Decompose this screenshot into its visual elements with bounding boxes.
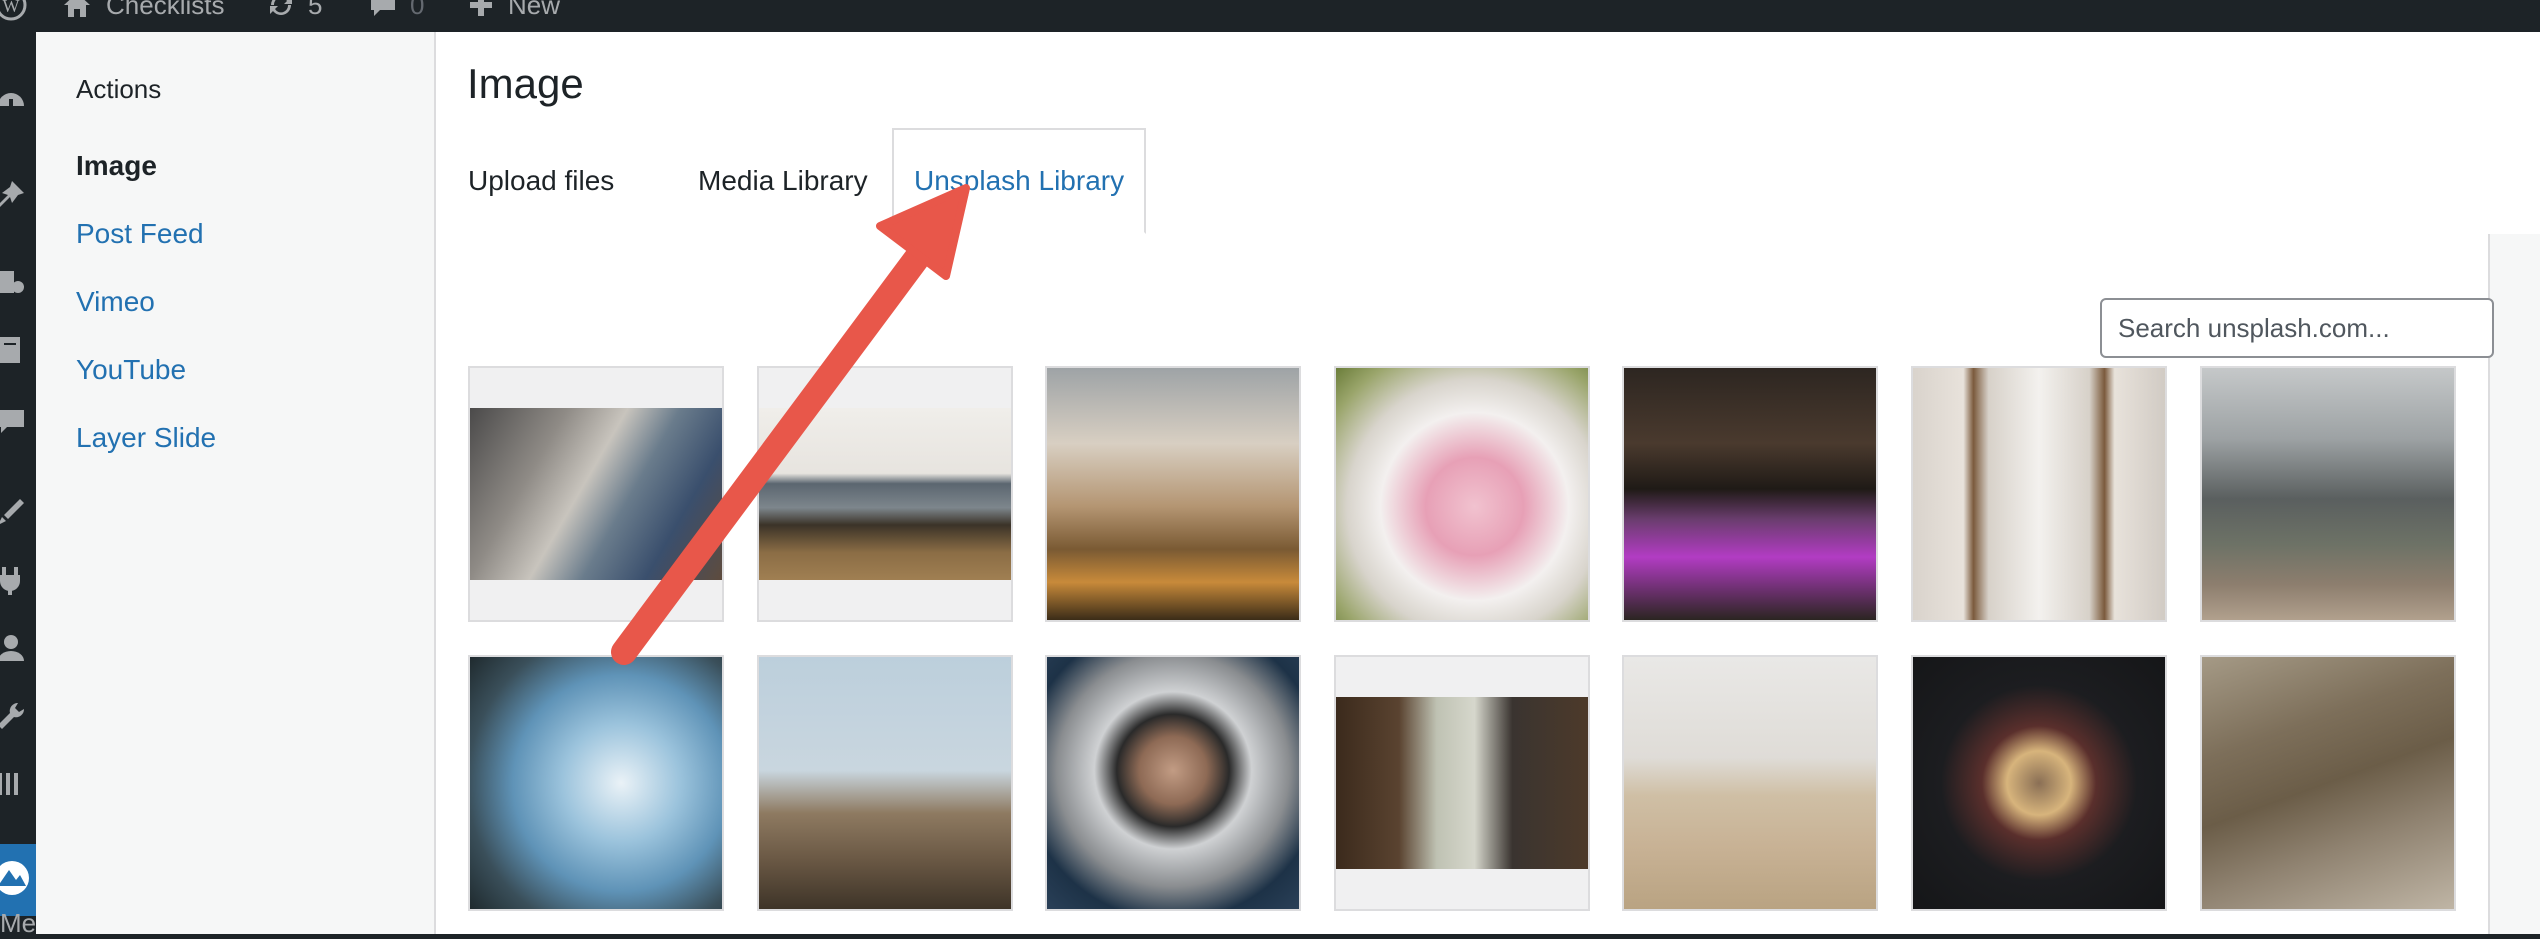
attachment-thumbnail[interactable] xyxy=(1622,366,1878,622)
attachment-thumbnail[interactable] xyxy=(1045,655,1301,911)
comments-menu-icon[interactable] xyxy=(0,402,36,442)
unsplash-search-input[interactable] xyxy=(2100,298,2494,358)
media-sidebar-gutter xyxy=(2488,234,2540,934)
pages-icon[interactable] xyxy=(0,330,36,370)
attachment-thumbnail[interactable] xyxy=(1911,655,2167,911)
attachment-thumbnail[interactable] xyxy=(1334,366,1590,622)
tools-icon[interactable] xyxy=(0,696,36,736)
photo-thumbnail xyxy=(2202,368,2454,620)
admin-bar: W Checklists 5 0 New xyxy=(0,0,2540,32)
photo-thumbnail xyxy=(470,657,722,909)
pin-icon[interactable] xyxy=(0,174,36,214)
attachment-thumbnail[interactable] xyxy=(2200,366,2456,622)
photo-thumbnail xyxy=(1624,657,1876,909)
photo-thumbnail xyxy=(1913,657,2165,909)
plugins-icon[interactable] xyxy=(0,560,36,600)
attachment-thumbnail[interactable] xyxy=(468,366,724,622)
attachment-thumbnail[interactable] xyxy=(1911,366,2167,622)
tab-media-library[interactable]: Media Library xyxy=(698,130,868,232)
media-menu-item-youtube[interactable]: YouTube xyxy=(76,354,186,386)
attachment-thumbnail[interactable] xyxy=(1622,655,1878,911)
media-menu-item-image[interactable]: Image xyxy=(76,150,157,182)
svg-text:W: W xyxy=(3,0,20,16)
comment-icon xyxy=(368,0,398,19)
photo-thumbnail xyxy=(759,657,1011,909)
media-modal: Actions Image Post Feed Vimeo YouTube La… xyxy=(36,32,2540,934)
attachment-thumbnail[interactable] xyxy=(468,655,724,911)
appearance-icon[interactable] xyxy=(0,492,36,532)
active-plugin-menu-item[interactable] xyxy=(0,844,36,916)
users-icon[interactable] xyxy=(0,628,36,668)
photo-thumbnail xyxy=(1913,368,2165,620)
updates-link[interactable]: 5 xyxy=(266,0,322,20)
site-name-label: Checklists xyxy=(106,0,225,20)
media-icon[interactable] xyxy=(0,262,36,302)
photo-thumbnail xyxy=(1336,697,1588,869)
site-name-link[interactable]: Checklists xyxy=(62,0,224,20)
media-menu-item-layer-slide[interactable]: Layer Slide xyxy=(76,422,216,454)
admin-menu-footer-text: Me xyxy=(0,908,37,938)
photo-thumbnail xyxy=(759,408,1011,580)
attachment-thumbnail[interactable] xyxy=(1045,366,1301,622)
photo-thumbnail xyxy=(1336,368,1588,620)
photo-thumbnail xyxy=(1047,368,1299,620)
attachment-thumbnail[interactable] xyxy=(2200,655,2456,911)
admin-side-menu: Me xyxy=(0,32,36,938)
home-icon xyxy=(62,0,92,19)
comments-link[interactable]: 0 xyxy=(368,0,424,20)
mountain-logo-icon xyxy=(0,858,32,903)
photo-thumbnail xyxy=(1047,657,1299,909)
dashboard-icon[interactable] xyxy=(0,84,36,124)
attachment-thumbnail[interactable] xyxy=(757,655,1013,911)
attachment-thumbnail[interactable] xyxy=(1334,655,1590,911)
refresh-icon xyxy=(266,0,296,20)
tab-unsplash-library[interactable]: Unsplash Library xyxy=(892,128,1147,234)
media-menu-item-post-feed[interactable]: Post Feed xyxy=(76,218,204,250)
settings-icon[interactable] xyxy=(0,764,36,804)
media-menu-item-vimeo[interactable]: Vimeo xyxy=(76,286,155,318)
media-router-tabs: Upload files Media Library Unsplash Libr… xyxy=(436,128,2540,236)
photo-thumbnail xyxy=(1624,368,1876,620)
tab-upload-files[interactable]: Upload files xyxy=(468,130,614,232)
media-frame-menu: Actions Image Post Feed Vimeo YouTube La… xyxy=(36,32,436,934)
media-frame-title: Image xyxy=(467,60,584,107)
photo-thumbnail xyxy=(470,408,722,580)
media-menu-heading: Actions xyxy=(76,74,162,104)
attachment-thumbnail[interactable] xyxy=(757,366,1013,622)
new-label: New xyxy=(508,0,561,20)
wordpress-logo-icon[interactable]: W xyxy=(0,0,28,21)
new-content-link[interactable]: New xyxy=(468,0,560,20)
comments-count: 0 xyxy=(410,0,425,20)
updates-count: 5 xyxy=(308,0,323,20)
photo-thumbnail xyxy=(2202,657,2454,909)
plus-icon xyxy=(468,0,494,18)
